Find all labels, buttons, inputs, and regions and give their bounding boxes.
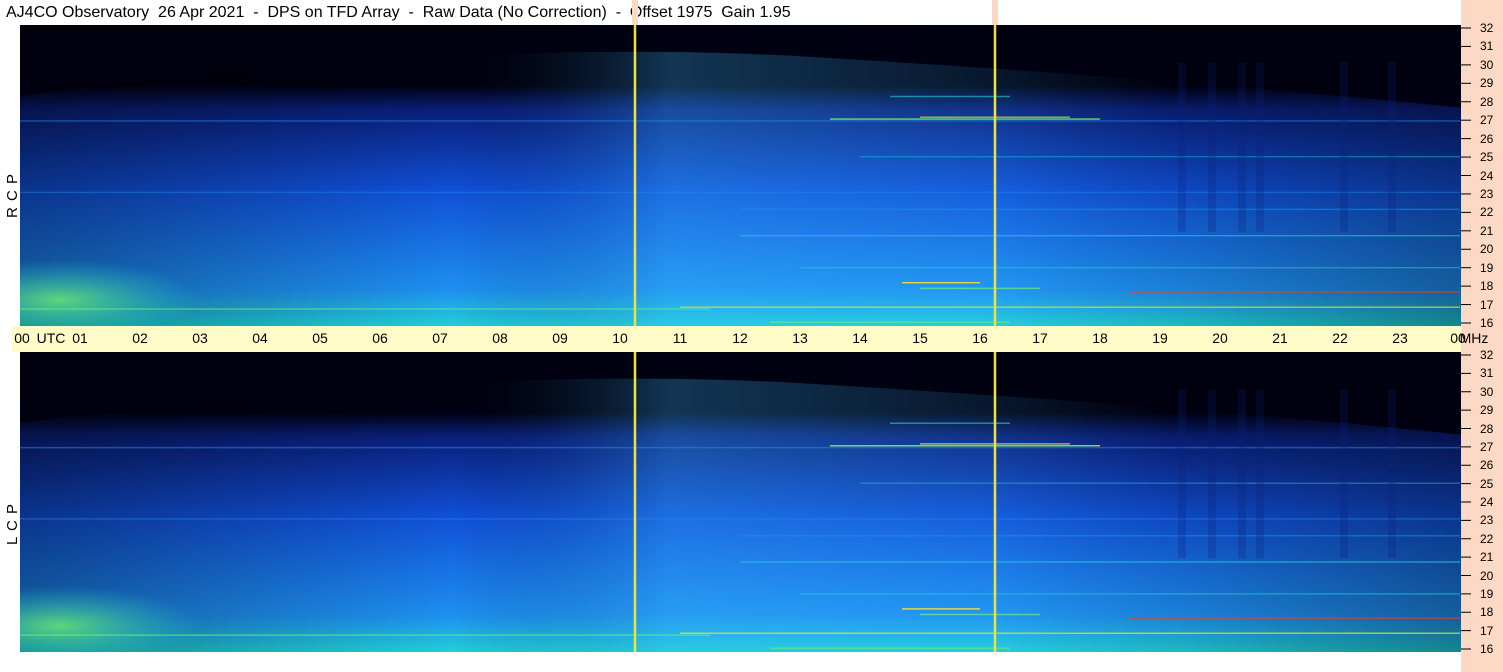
time-tick-label: 05 bbox=[312, 330, 328, 346]
time-tick-label: 15 bbox=[912, 330, 928, 346]
frequency-tick-label: 22 bbox=[1480, 205, 1494, 220]
chart-title: AJ4CO Observatory 26 Apr 2021 - DPS on T… bbox=[6, 4, 791, 21]
frequency-tick-label: 28 bbox=[1480, 421, 1494, 436]
spectral-stripe bbox=[1340, 62, 1348, 232]
frequency-tick-label: 16 bbox=[1480, 642, 1494, 656]
time-tick-label: 09 bbox=[552, 330, 568, 346]
time-tick-label: 16 bbox=[972, 330, 988, 346]
frequency-tick-label: 28 bbox=[1480, 94, 1494, 109]
frequency-tick-label: 20 bbox=[1480, 568, 1494, 583]
time-tick-label: 23 bbox=[1392, 330, 1408, 346]
frequency-tick-label: 17 bbox=[1480, 297, 1494, 312]
frequency-tick-label: 29 bbox=[1480, 403, 1494, 418]
spectral-stripe bbox=[1238, 389, 1246, 559]
frequency-tick-label: 24 bbox=[1480, 168, 1494, 183]
frequency-tick-label: 17 bbox=[1480, 623, 1494, 638]
time-tick-label: 11 bbox=[672, 330, 688, 346]
frequency-tick-label: 25 bbox=[1480, 150, 1494, 165]
time-tick-label: 22 bbox=[1332, 330, 1348, 346]
frequency-tick-label: 18 bbox=[1480, 279, 1494, 294]
spectral-stripe bbox=[1256, 62, 1264, 232]
spectral-stripe bbox=[1178, 389, 1186, 559]
time-tick-label: 08 bbox=[492, 330, 508, 346]
time-marker-top-2 bbox=[992, 0, 998, 25]
frequency-tick-label: 19 bbox=[1480, 260, 1494, 275]
time-tick-label: 20 bbox=[1212, 330, 1228, 346]
frequency-tick-label: 21 bbox=[1480, 223, 1494, 238]
frequency-tick-label: 24 bbox=[1480, 495, 1494, 509]
spectral-stripe bbox=[1256, 389, 1264, 559]
spectral-stripe bbox=[1208, 389, 1216, 559]
time-tick-label: 13 bbox=[792, 330, 808, 346]
lcp-left-edge bbox=[0, 352, 20, 652]
frequency-tick-label: 30 bbox=[1480, 384, 1494, 399]
time-tick-label: 03 bbox=[192, 330, 208, 346]
frequency-tick-label: 27 bbox=[1480, 113, 1494, 128]
frequency-tick-label: 31 bbox=[1480, 39, 1494, 54]
time-tick-label: 02 bbox=[132, 330, 148, 346]
lcp-spectrogram-svg bbox=[20, 352, 1461, 652]
time-tick-label: 01 bbox=[72, 330, 88, 346]
frequency-tick-marks bbox=[1461, 27, 1471, 324]
frequency-tick-label: 26 bbox=[1480, 131, 1494, 146]
frequency-tick-label: 20 bbox=[1480, 242, 1494, 257]
spectral-stripe bbox=[1178, 62, 1186, 232]
rcp-spectrogram-svg bbox=[20, 25, 1461, 326]
spectral-stripe bbox=[1340, 389, 1348, 559]
frequency-tick-label: 32 bbox=[1480, 21, 1494, 35]
frequency-tick-label: 29 bbox=[1480, 76, 1494, 91]
time-tick-label: 18 bbox=[1092, 330, 1108, 346]
time-tick-label: 19 bbox=[1152, 330, 1168, 346]
frequency-tick-label: 21 bbox=[1480, 550, 1494, 565]
time-tick-label: 21 bbox=[1272, 330, 1288, 346]
time-tick-label: 06 bbox=[372, 330, 388, 346]
frequency-tick-label: 18 bbox=[1480, 605, 1494, 620]
time-tick-label: 12 bbox=[732, 330, 748, 346]
frequency-tick-label: 23 bbox=[1480, 186, 1494, 201]
frequency-tick-label: 32 bbox=[1480, 348, 1494, 362]
rcp-label: R C P bbox=[4, 172, 21, 218]
rcp-spectrogram bbox=[20, 25, 1461, 326]
frequency-tick-label: 26 bbox=[1480, 458, 1494, 473]
frequency-tick-label: 25 bbox=[1480, 476, 1494, 491]
frequency-tick-label: 23 bbox=[1480, 513, 1494, 528]
time-axis-unit-label: UTC bbox=[36, 330, 66, 346]
lcp-spectrogram bbox=[20, 352, 1461, 652]
time-tick-label: 07 bbox=[432, 330, 448, 346]
time-marker-top-1 bbox=[632, 0, 638, 25]
spectral-stripe bbox=[1388, 389, 1396, 559]
frequency-tick-marks bbox=[1461, 354, 1471, 650]
time-tick-label: 10 bbox=[612, 330, 628, 346]
frequency-tick-label: 22 bbox=[1480, 531, 1494, 546]
time-tick-label: 14 bbox=[852, 330, 868, 346]
frequency-unit-label: MHz bbox=[1459, 330, 1489, 346]
time-tick-label: 17 bbox=[1032, 330, 1048, 346]
spectral-stripe bbox=[1238, 62, 1246, 232]
spectral-stripe bbox=[1388, 62, 1396, 232]
frequency-tick-label: 31 bbox=[1480, 366, 1494, 381]
time-tick-label: 00 bbox=[14, 330, 30, 346]
frequency-tick-label: 30 bbox=[1480, 57, 1494, 72]
spectral-stripe bbox=[1208, 62, 1216, 232]
frequency-tick-label: 16 bbox=[1480, 316, 1494, 330]
frequency-tick-label: 19 bbox=[1480, 586, 1494, 601]
time-tick-label: 04 bbox=[252, 330, 268, 346]
lcp-label: L C P bbox=[4, 503, 21, 545]
frequency-tick-label: 27 bbox=[1480, 439, 1494, 454]
